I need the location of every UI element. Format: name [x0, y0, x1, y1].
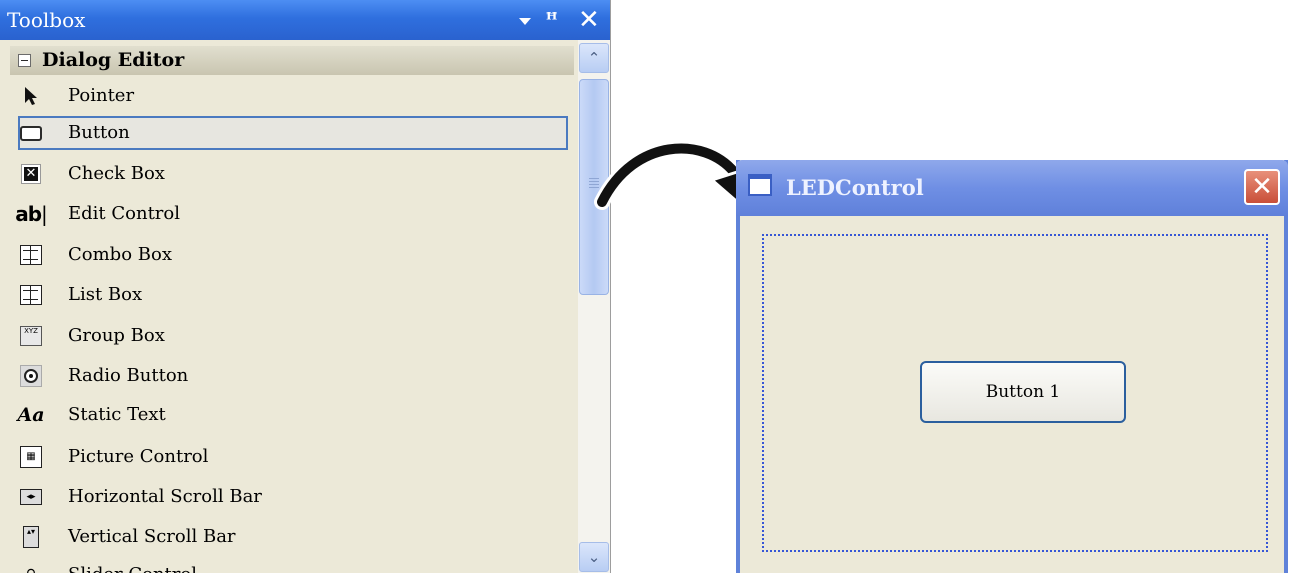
tool-item-combo-box[interactable]: Combo Box	[18, 238, 568, 272]
picture-control-icon: ▦	[20, 446, 42, 468]
tool-item-label: Check Box	[68, 163, 165, 184]
slider-control-icon: ♀	[20, 565, 42, 573]
tool-item-label: Group Box	[68, 325, 165, 346]
vertical-scroll-bar-icon: ▴▾	[20, 526, 42, 548]
check-box-icon: ✕	[20, 164, 42, 184]
tool-item-button[interactable]: Button	[18, 116, 568, 150]
dialog-client-area: Button 1	[740, 216, 1284, 573]
tool-item-label: Static Text	[68, 404, 166, 425]
button-icon	[20, 123, 42, 143]
tool-item-picture-control[interactable]: ▦ Picture Control	[18, 440, 568, 474]
tool-item-check-box[interactable]: ✕ Check Box	[18, 157, 568, 191]
dialog-title-bar: LEDControl ✕	[736, 160, 1288, 216]
tool-item-horizontal-scroll-bar[interactable]: ◂▸ Horizontal Scroll Bar	[18, 480, 568, 514]
tool-item-edit-control[interactable]: ab Edit Control	[15, 197, 568, 231]
toolbox-title-bar: Toolbox ꟸ ✕	[0, 0, 610, 40]
static-text-icon: Aa	[17, 404, 45, 426]
pointer-icon	[20, 86, 42, 106]
tool-item-list-box[interactable]: List Box	[18, 278, 568, 312]
horizontal-scroll-bar-icon: ◂▸	[20, 487, 42, 507]
pin-icon[interactable]: ꟸ	[546, 0, 557, 40]
tool-item-label: Pointer	[68, 85, 135, 106]
button-1[interactable]: Button 1	[920, 361, 1126, 423]
tool-item-vertical-scroll-bar[interactable]: ▴▾ Vertical Scroll Bar	[18, 520, 568, 554]
tool-item-label: Edit Control	[68, 203, 181, 224]
vertical-scrollbar[interactable]: ⌃ ⌄	[578, 40, 610, 573]
group-box-icon: XYZ	[20, 326, 42, 346]
tool-item-static-text[interactable]: Aa Static Text	[17, 398, 568, 432]
tool-item-pointer[interactable]: Pointer	[18, 79, 568, 113]
list-box-icon	[20, 285, 42, 305]
group-header-dialog-editor[interactable]: Dialog Editor	[10, 46, 574, 75]
tool-item-group-box[interactable]: XYZ Group Box	[18, 319, 568, 353]
close-button[interactable]: ✕	[1244, 169, 1280, 205]
tool-item-label: Picture Control	[68, 446, 209, 467]
tool-item-label: Vertical Scroll Bar	[68, 526, 236, 547]
tool-item-label: Horizontal Scroll Bar	[68, 486, 262, 507]
close-icon[interactable]: ✕	[578, 0, 600, 40]
ledcontrol-dialog-window: LEDControl ✕ Button 1	[736, 160, 1288, 573]
edit-control-icon: ab	[15, 202, 42, 226]
combo-box-icon	[20, 245, 42, 265]
toolbox-list: Dialog Editor Pointer Button ✕ Check Box…	[0, 40, 578, 573]
scroll-down-arrow-icon[interactable]: ⌄	[579, 542, 609, 572]
dialog-title: LEDControl	[786, 175, 924, 200]
toolbox-title: Toolbox	[7, 8, 86, 32]
group-header-label: Dialog Editor	[42, 49, 185, 71]
tool-item-label: Slider Control	[68, 558, 197, 573]
dropdown-icon[interactable]	[514, 0, 536, 40]
tool-item-label: Radio Button	[68, 365, 189, 386]
window-icon	[748, 174, 772, 196]
tool-item-label: Combo Box	[68, 244, 172, 265]
tool-item-label: Button	[68, 122, 130, 143]
collapse-icon[interactable]	[18, 54, 31, 67]
radio-button-icon	[20, 365, 42, 387]
tool-item-radio-button[interactable]: Radio Button	[18, 359, 568, 393]
tool-item-label: List Box	[68, 284, 143, 305]
scroll-up-arrow-icon[interactable]: ⌃	[579, 43, 609, 73]
tool-item-slider-control[interactable]: ♀ Slider Control	[18, 558, 568, 573]
toolbox-panel: Toolbox ꟸ ✕ Dialog Editor Pointer Button…	[0, 0, 611, 573]
